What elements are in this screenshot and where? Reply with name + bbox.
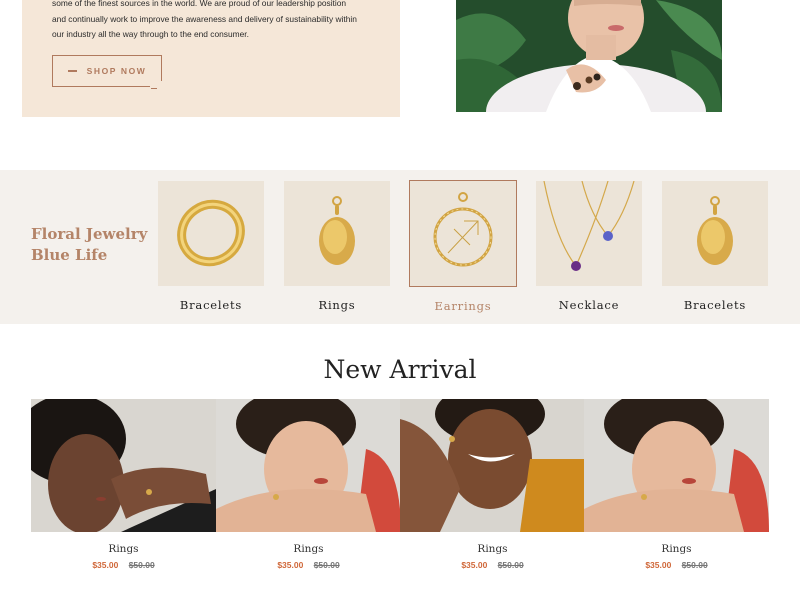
product-card[interactable]: Rings $35.00 $50.00 [400,399,585,570]
product-image[interactable] [584,399,769,532]
category-label[interactable]: Earrings [410,299,516,313]
product-image[interactable] [216,399,401,532]
category-label[interactable]: Bracelets [158,298,264,312]
product-name[interactable]: Rings [584,543,769,555]
category-tile[interactable] [409,180,517,287]
new-arrival-title: New Arrival [323,355,477,384]
product-image[interactable] [31,399,216,532]
zodiac-medallion-icon [433,192,493,267]
category-tile[interactable] [536,181,642,286]
product-image[interactable] [400,399,585,532]
product-price: $35.00 $50.00 [584,560,769,570]
product-card[interactable]: Rings $35.00 $50.00 [216,399,401,570]
category-item-earrings[interactable]: Earrings [409,180,517,313]
corner-tick-icon [151,87,157,89]
sale-price: $35.00 [277,560,304,570]
category-label[interactable]: Rings [284,298,390,312]
oval-pendant-icon [319,196,355,265]
original-price: $50.00 [128,560,155,570]
gold-band-ring-icon [177,199,245,267]
product-name[interactable]: Rings [400,543,585,555]
product-price: $35.00 $50.00 [31,560,216,570]
product-card[interactable]: Rings $35.00 $50.00 [31,399,216,570]
original-price: $50.00 [497,560,524,570]
sale-price: $35.00 [92,560,119,570]
dash-icon [67,70,77,72]
sale-price: $35.00 [645,560,672,570]
product-card[interactable]: Rings $35.00 $50.00 [584,399,769,570]
original-price: $50.00 [313,560,340,570]
product-name[interactable]: Rings [31,543,216,555]
hero-text-line: and continually work to improve the awar… [52,13,357,24]
sale-price: $35.00 [461,560,488,570]
category-item-necklace[interactable]: Necklace [536,181,642,312]
product-price: $35.00 $50.00 [400,560,585,570]
hero-panel: some of the finest sources in the world.… [22,0,400,117]
category-title-line: Blue Life [31,246,108,264]
oval-pendant-icon [697,196,733,265]
product-name[interactable]: Rings [216,543,401,555]
category-tile[interactable] [158,181,264,286]
category-tile[interactable] [284,181,390,286]
category-item-bracelets[interactable]: Bracelets [158,181,264,312]
category-section-title: Floral Jewelry Blue Life [31,224,147,266]
category-item-rings[interactable]: Rings [284,181,390,312]
product-price: $35.00 $50.00 [216,560,401,570]
category-title-line: Floral Jewelry [31,225,148,243]
category-band: Floral Jewelry Blue Life Bracelets Rings [0,170,800,324]
hero-model-photo [456,0,722,112]
category-tile[interactable] [662,181,768,286]
category-label[interactable]: Bracelets [662,298,768,312]
hero-text-line: our industry all the way through to the … [52,29,249,39]
hero-description: some of the finest sources in the world.… [52,0,382,43]
original-price: $50.00 [681,560,708,570]
shop-now-button[interactable]: SHOP NOW [52,55,162,89]
shop-now-label: SHOP NOW [86,66,147,76]
gem-necklace-icon [543,181,635,271]
category-label[interactable]: Necklace [536,298,642,312]
hero-text-line: some of the finest sources in the world.… [52,0,347,8]
category-item-bracelets[interactable]: Bracelets [662,181,768,312]
